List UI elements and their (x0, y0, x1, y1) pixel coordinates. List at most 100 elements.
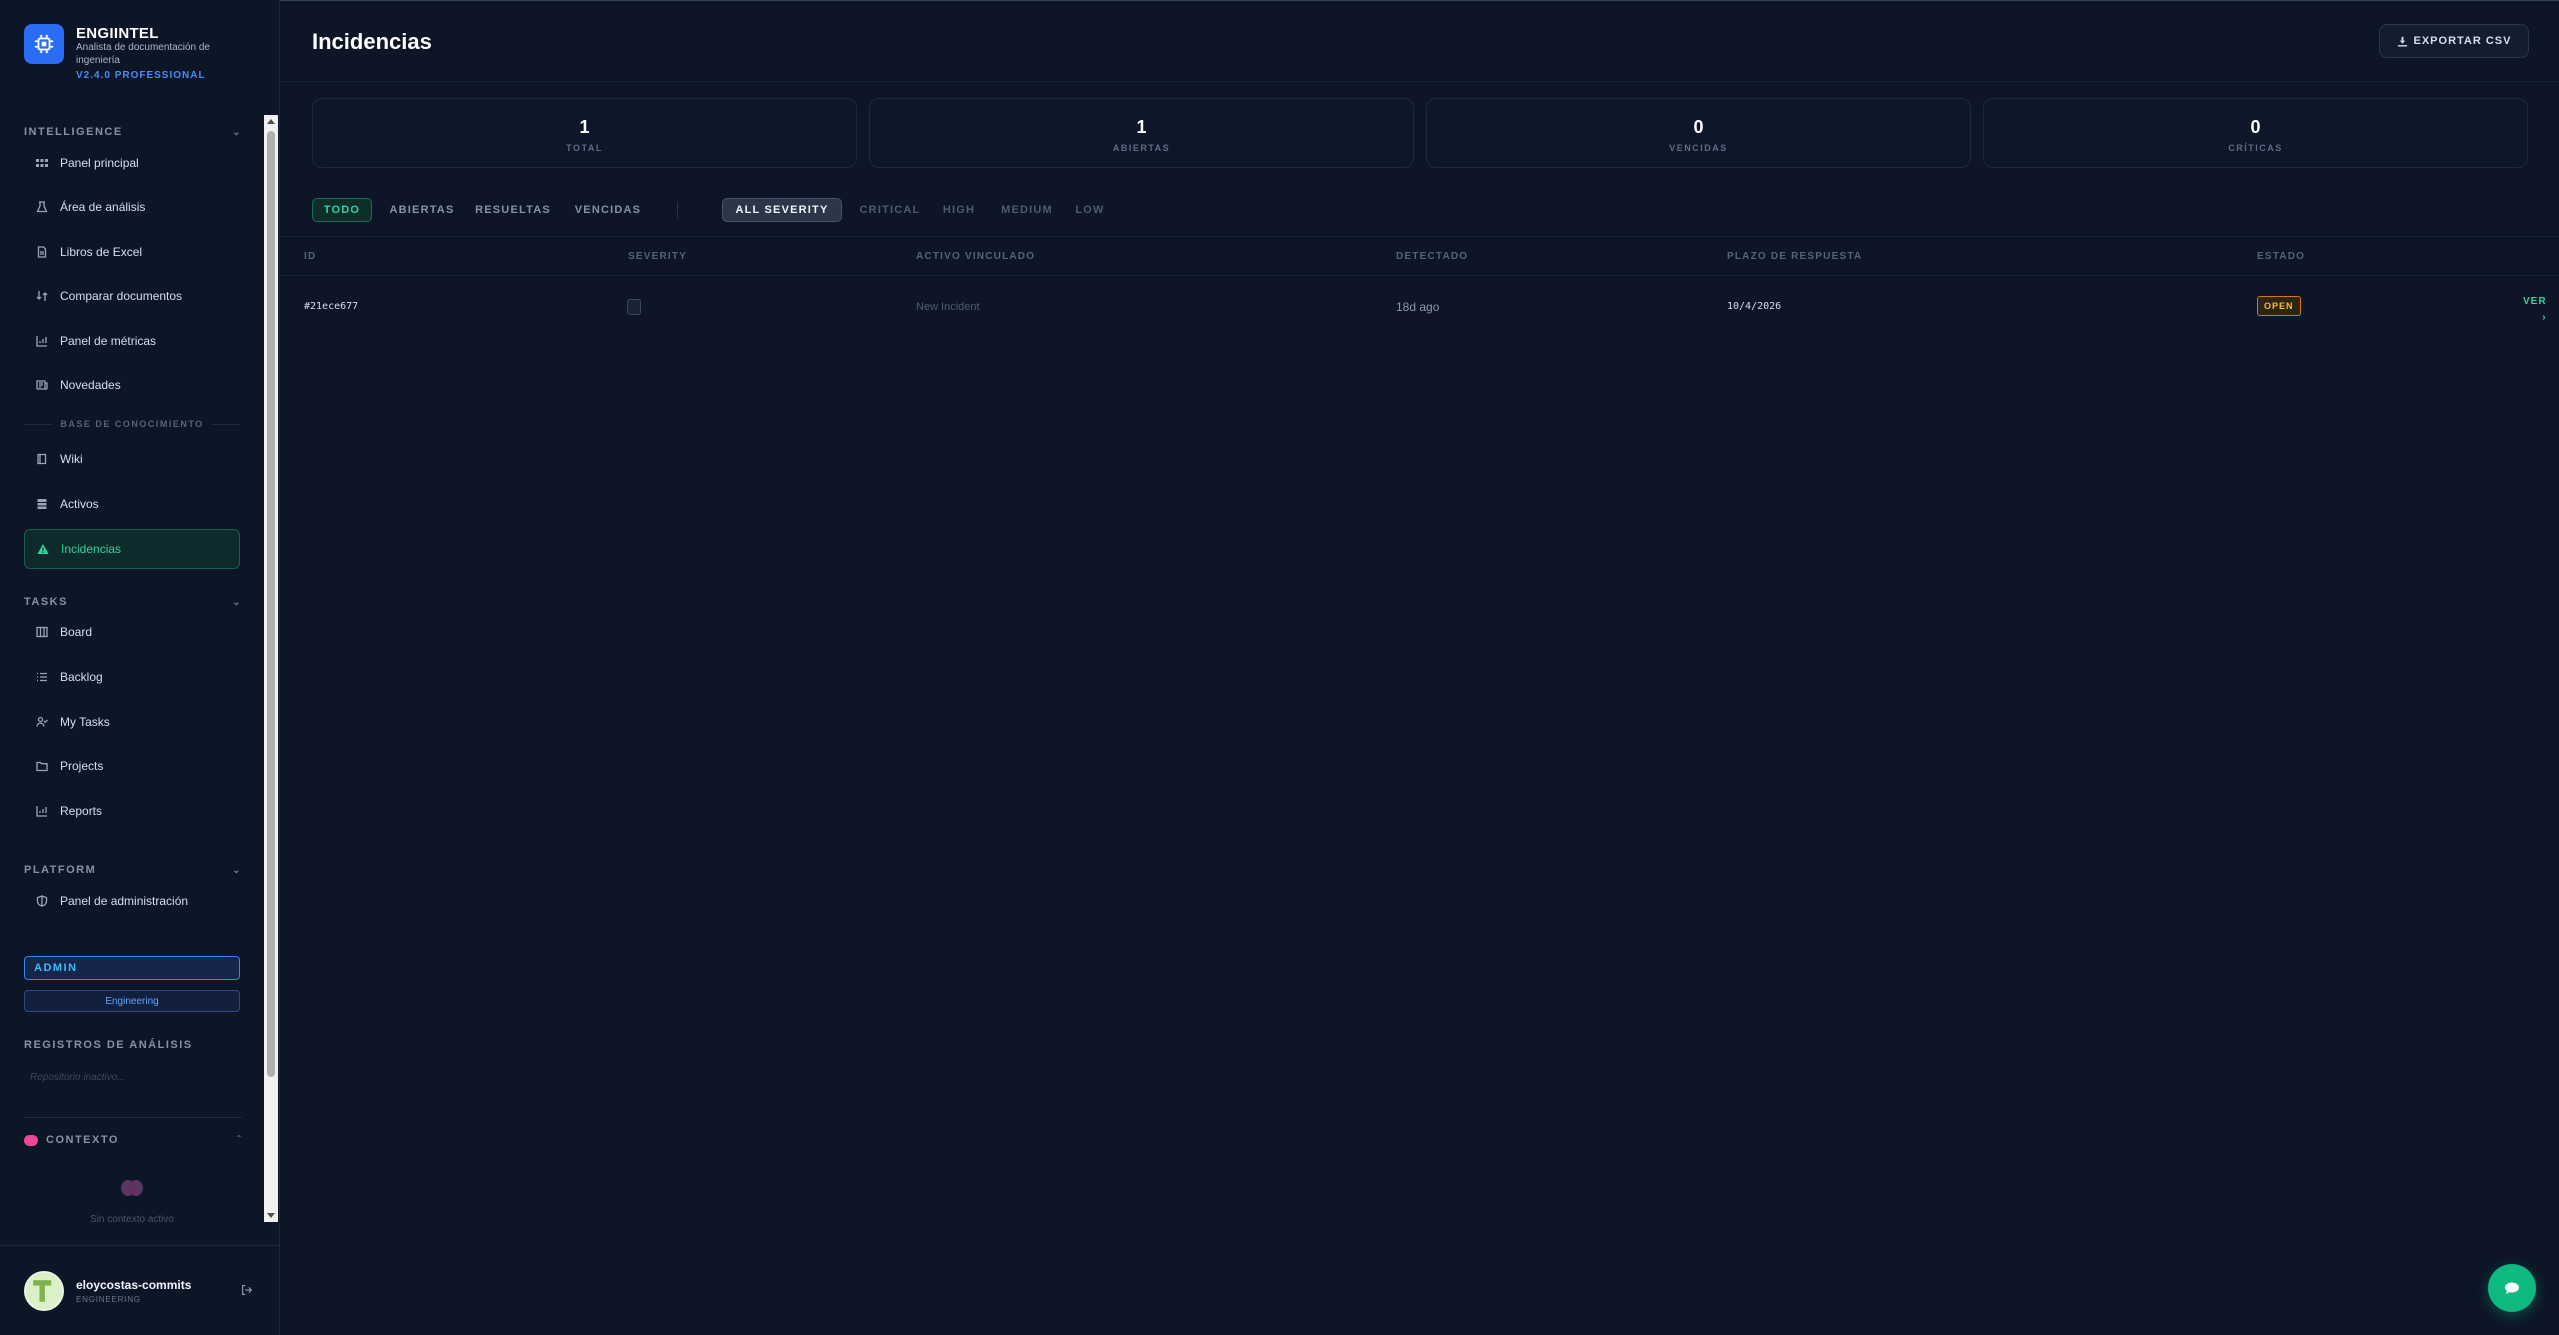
incident-id: #21ece677 (304, 301, 359, 312)
stat-label: CRÍTICAS (2228, 143, 2283, 153)
brain-icon (120, 1178, 144, 1198)
main-content: Incidencias EXPORTAR CSV 1 TOTAL 1 ABIER… (280, 0, 2559, 1335)
sidebar-item-backlog[interactable]: Backlog (24, 657, 240, 697)
folder-icon (34, 758, 50, 774)
sidebar-item-label: Panel principal (60, 156, 139, 170)
logout-icon[interactable] (240, 1283, 256, 1299)
sidebar-item-label: Área de análisis (60, 200, 146, 214)
news-icon (34, 377, 50, 393)
sidebar-item-panel-metricas[interactable]: Panel de métricas (24, 321, 240, 361)
sidebar-item-label: Wiki (60, 452, 83, 466)
severity-high[interactable]: HIGH (934, 198, 984, 222)
sidebar-item-area-analisis[interactable]: Área de análisis (24, 187, 240, 227)
filter-resueltas[interactable]: RESUELTAS (468, 198, 558, 222)
compare-icon (34, 288, 50, 304)
sidebar-item-reports[interactable]: Reports (24, 791, 240, 831)
file-icon (34, 244, 50, 260)
sidebar-item-label: Comparar documentos (60, 289, 183, 303)
sidebar-item-panel-admin[interactable]: Panel de administración (24, 881, 240, 921)
scrollbar-thumb[interactable] (267, 131, 275, 1077)
column-header-severity[interactable]: SEVERITY (628, 251, 687, 262)
sidebar-item-label: Backlog (60, 670, 103, 684)
section-platform[interactable]: PLATFORM ⌄ (24, 860, 242, 880)
stat-value: 1 (579, 117, 590, 137)
stat-label: TOTAL (566, 143, 603, 153)
sidebar-item-incidencias[interactable]: Incidencias (24, 529, 240, 569)
chat-icon (2505, 1282, 2519, 1294)
sidebar-item-projects[interactable]: Projects (24, 746, 240, 786)
filter-abiertas[interactable]: ABIERTAS (384, 198, 460, 222)
sidebar-item-panel-principal[interactable]: Panel principal (24, 143, 240, 183)
sidebar-scrollbar[interactable] (264, 115, 278, 1222)
app-root: ENGIINTEL Analista de documentación de i… (0, 0, 2559, 1335)
detected-time: 18d ago (1396, 300, 1440, 314)
sidebar-item-my-tasks[interactable]: My Tasks (24, 702, 240, 742)
section-title: BASE DE CONOCIMIENTO (60, 419, 204, 429)
sidebar-item-wiki[interactable]: Wiki (24, 439, 240, 479)
sidebar-item-activos[interactable]: Activos (24, 484, 240, 524)
stat-card-vencidas: 0 VENCIDAS (1426, 98, 1971, 168)
scroll-down-arrow-icon[interactable] (267, 1213, 275, 1218)
chat-button[interactable] (2488, 1264, 2536, 1312)
sidebar-item-novedades[interactable]: Novedades (24, 365, 240, 405)
column-header-detected[interactable]: DETECTADO (1396, 251, 1468, 262)
severity-critical[interactable]: CRITICAL (852, 198, 928, 222)
user-check-icon (34, 714, 50, 730)
section-tasks[interactable]: TASKS ⌄ (24, 592, 242, 612)
brand-subtitle: Analista de documentación de ingeniería (76, 42, 210, 66)
export-csv-button[interactable]: EXPORTAR CSV (2379, 24, 2529, 58)
severity-all[interactable]: ALL SEVERITY (722, 198, 842, 222)
brand[interactable]: ENGIINTEL Analista de documentación de i… (24, 24, 264, 84)
export-csv-label: EXPORTAR CSV (2413, 35, 2512, 47)
status-badge: OPEN (2257, 296, 2301, 316)
brain-icon (24, 1134, 38, 1146)
sidebar-item-board[interactable]: Board (24, 612, 240, 652)
sidebar-item-label: Libros de Excel (60, 245, 143, 259)
user-role: ENGINEERING (76, 1295, 141, 1304)
divider (24, 1117, 242, 1118)
context-empty-text: Sin contexto activo (90, 1214, 174, 1222)
list-icon (34, 669, 50, 685)
section-intelligence[interactable]: INTELLIGENCE ⌄ (24, 122, 242, 142)
severity-medium[interactable]: MEDIUM (992, 198, 1062, 222)
view-link[interactable]: VER › (2523, 294, 2547, 326)
stat-value: 1 (1136, 117, 1147, 137)
sidebar-item-label: Novedades (60, 378, 121, 392)
section-title: TASKS (24, 596, 68, 608)
filter-vencidas[interactable]: VENCIDAS (566, 198, 650, 222)
sidebar-item-label: Activos (60, 497, 99, 511)
grid-icon (34, 155, 50, 171)
chip-logo-icon (24, 24, 64, 64)
sidebar-item-label: Incidencias (61, 542, 122, 556)
table-header: ID SEVERITY ACTIVO VINCULADO DETECTADO P… (280, 236, 2559, 276)
sidebar-item-libros-excel[interactable]: Libros de Excel (24, 232, 240, 272)
sidebar-nav: INTELLIGENCE ⌄ Panel principal Área de a… (0, 110, 260, 1222)
severity-indicator (627, 299, 641, 315)
department-badge: Engineering (24, 990, 240, 1012)
severity-low[interactable]: LOW (1068, 198, 1112, 222)
chevron-down-icon: ⌄ (232, 596, 242, 608)
response-deadline: 10/4/2026 (1727, 301, 1782, 312)
scroll-up-arrow-icon[interactable] (267, 119, 275, 124)
section-title: INTELLIGENCE (24, 126, 123, 138)
filter-divider (677, 202, 678, 218)
brand-name: ENGIINTEL (76, 25, 159, 42)
section-title: REGISTROS DE ANÁLISIS (24, 1039, 193, 1051)
section-logs: REGISTROS DE ANÁLISIS (24, 1035, 242, 1055)
context-title-wrap: CONTEXTO (24, 1134, 119, 1146)
column-header-asset[interactable]: ACTIVO VINCULADO (916, 251, 1035, 262)
table-row[interactable]: #21ece677 New Incident 18d ago 10/4/2026… (280, 277, 2559, 337)
view-link-label: VER (2523, 296, 2547, 307)
page-title: Incidencias (312, 29, 432, 54)
avatar[interactable] (24, 1271, 64, 1311)
column-header-id[interactable]: ID (304, 251, 316, 262)
sidebar-item-comparar[interactable]: Comparar documentos (24, 276, 240, 316)
sidebar: ENGIINTEL Analista de documentación de i… (0, 0, 280, 1335)
sidebar-item-label: Board (60, 625, 93, 639)
stat-value: 0 (1693, 117, 1704, 137)
chart-icon (34, 333, 50, 349)
filter-todo[interactable]: TODO (312, 198, 372, 222)
section-context[interactable]: CONTEXTO ˆ (24, 1130, 242, 1150)
column-header-deadline[interactable]: PLAZO DE RESPUESTA (1727, 251, 1862, 262)
column-header-status[interactable]: ESTADO (2257, 251, 2305, 262)
